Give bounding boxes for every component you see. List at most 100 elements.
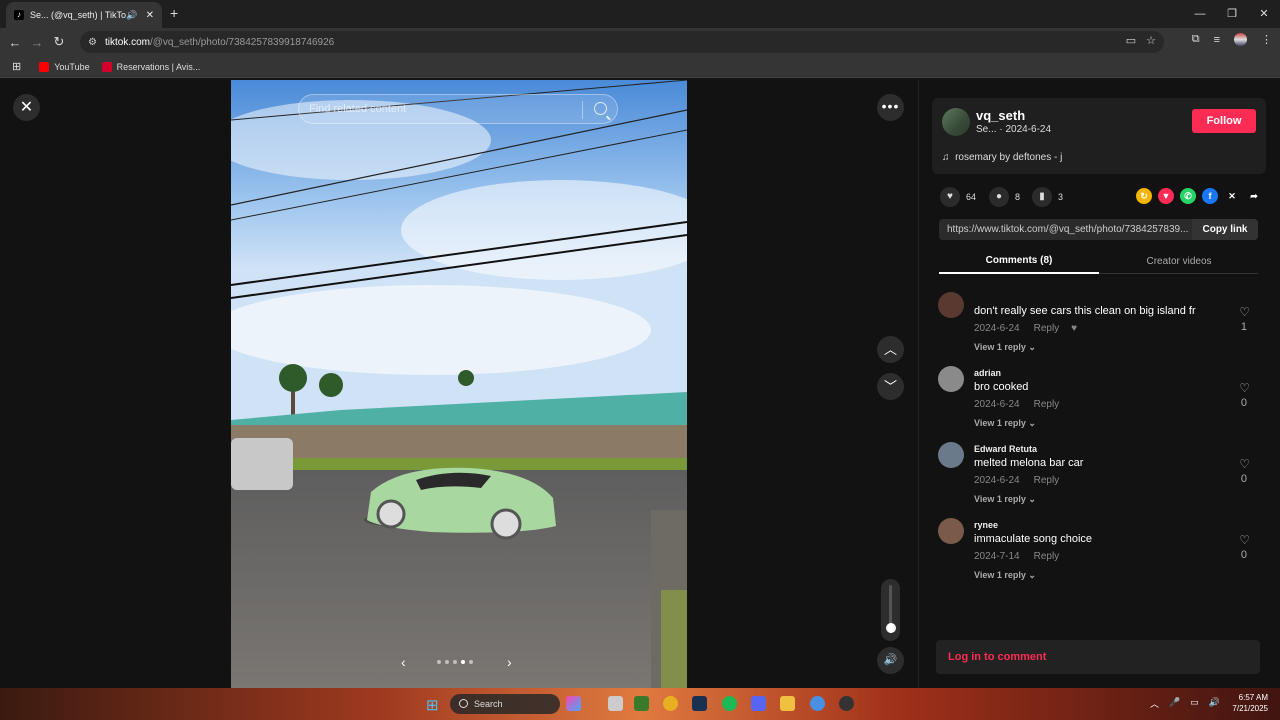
profile-icon[interactable] bbox=[1234, 33, 1247, 46]
commenter-avatar[interactable] bbox=[938, 518, 964, 544]
copy-link-button[interactable]: Copy link bbox=[1192, 219, 1258, 240]
url-path: /@vq_seth/photo/7384257839918746926 bbox=[149, 36, 335, 48]
carousel-dot[interactable] bbox=[469, 660, 473, 664]
tab-creator-videos[interactable]: Creator videos bbox=[1099, 256, 1259, 267]
chrome-profile-icon[interactable] bbox=[810, 696, 825, 711]
send-icon[interactable]: ▼ bbox=[1158, 188, 1174, 204]
comment-like-icon[interactable]: ♡ bbox=[1239, 457, 1250, 471]
share-icon[interactable]: ➦ bbox=[1246, 188, 1262, 204]
comment-date: 2024-6-24 bbox=[974, 475, 1020, 486]
file-explorer-icon[interactable] bbox=[608, 696, 623, 711]
author-username[interactable]: vq_seth bbox=[976, 108, 1025, 123]
reply-button[interactable]: Reply bbox=[1034, 551, 1060, 562]
tray-chevron-icon[interactable]: ︿ bbox=[1150, 697, 1159, 710]
reply-button[interactable]: Reply bbox=[1034, 323, 1060, 334]
new-tab-icon[interactable]: + bbox=[170, 5, 178, 21]
reply-button[interactable]: Reply bbox=[1034, 399, 1060, 410]
minecraft-icon[interactable] bbox=[634, 696, 649, 711]
speaker-icon[interactable]: 🔊 bbox=[1209, 697, 1220, 710]
carousel-dot[interactable] bbox=[445, 660, 449, 664]
follow-button[interactable]: Follow bbox=[1192, 109, 1256, 133]
apps-grid-icon[interactable]: ⊞ bbox=[12, 60, 21, 73]
comment-like-icon[interactable]: ♡ bbox=[1239, 533, 1250, 547]
widgets-icon[interactable] bbox=[566, 696, 581, 711]
minimize-icon[interactable]: — bbox=[1184, 0, 1216, 28]
close-icon[interactable]: ✕ bbox=[13, 94, 40, 121]
carousel-dot[interactable] bbox=[453, 660, 457, 664]
steam-icon[interactable] bbox=[692, 696, 707, 711]
view-replies-button[interactable]: View 1 reply ⌄ bbox=[974, 342, 1036, 353]
reply-button[interactable]: Reply bbox=[1034, 475, 1060, 486]
comment-like-icon[interactable]: ♡ bbox=[1239, 305, 1250, 319]
extensions-icon[interactable]: ⧉ bbox=[1192, 33, 1200, 46]
view-replies-button[interactable]: View 1 reply ⌄ bbox=[974, 418, 1036, 429]
commenter-name[interactable]: rynee bbox=[974, 520, 998, 530]
close-window-icon[interactable]: ✕ bbox=[1248, 0, 1280, 28]
previous-post-button[interactable]: ︿ bbox=[877, 336, 904, 363]
back-icon[interactable]: ← bbox=[4, 35, 26, 50]
network-icon[interactable]: ▭ bbox=[1190, 697, 1199, 710]
volume-icon[interactable]: 🔊 bbox=[877, 647, 904, 674]
commenter-avatar[interactable] bbox=[938, 292, 964, 318]
restore-icon[interactable]: ❐ bbox=[1216, 0, 1248, 28]
volume-knob[interactable] bbox=[886, 623, 896, 633]
like-button[interactable]: ♥ 64 bbox=[940, 187, 976, 207]
author-avatar[interactable] bbox=[942, 108, 970, 136]
login-to-comment-button[interactable]: Log in to comment bbox=[936, 640, 1260, 674]
commenter-avatar[interactable] bbox=[938, 366, 964, 392]
volume-slider[interactable] bbox=[881, 579, 900, 641]
commenter-avatar[interactable] bbox=[938, 442, 964, 468]
comment-text: don't really see cars this clean on big … bbox=[974, 305, 1196, 317]
search-icon[interactable] bbox=[594, 102, 607, 115]
taskbar-search[interactable]: Search bbox=[450, 694, 560, 714]
bookmark-label: YouTube bbox=[54, 61, 90, 72]
tab-title: Se... (@vq_seth) | TikTok bbox=[30, 10, 127, 20]
tiktok-icon: ♪ bbox=[14, 10, 24, 20]
folder-icon[interactable] bbox=[780, 696, 795, 711]
bookmark-star-icon[interactable]: ☆ bbox=[1146, 34, 1156, 47]
more-options-button[interactable]: ••• bbox=[877, 94, 904, 121]
view-replies-button[interactable]: View 1 reply ⌄ bbox=[974, 570, 1036, 581]
bookmark-avis[interactable]: Reservations | Avis... bbox=[101, 61, 200, 72]
forward-icon[interactable]: → bbox=[26, 35, 48, 50]
close-tab-icon[interactable]: ✕ bbox=[146, 10, 154, 21]
windows-start-icon[interactable]: ⊞ bbox=[426, 696, 439, 714]
related-search-input[interactable]: Find related content bbox=[298, 94, 618, 124]
obs-icon[interactable] bbox=[839, 696, 854, 711]
carousel-next-icon[interactable]: › bbox=[507, 654, 512, 670]
browser-tab[interactable]: ♪ Se... (@vq_seth) | TikTok 🔊 ✕ bbox=[6, 2, 162, 28]
carousel-dot[interactable] bbox=[437, 660, 441, 664]
facebook-icon[interactable]: f bbox=[1202, 188, 1218, 204]
x-icon[interactable]: ✕ bbox=[1224, 188, 1240, 204]
cast-icon[interactable]: ▭ bbox=[1126, 34, 1136, 47]
spotify-icon[interactable] bbox=[722, 696, 737, 711]
chrome-icon[interactable] bbox=[663, 696, 678, 711]
next-post-button[interactable]: ﹀ bbox=[877, 373, 904, 400]
save-button[interactable]: ▮ 3 bbox=[1032, 187, 1063, 207]
menu-icon[interactable]: ⋮ bbox=[1261, 33, 1272, 46]
microphone-icon[interactable]: 🎤 bbox=[1169, 697, 1180, 710]
chevron-down-icon: ⌄ bbox=[1028, 494, 1036, 504]
site-info-icon[interactable]: ⚙ bbox=[88, 37, 97, 48]
address-bar[interactable]: ⚙ tiktok.com/@vq_seth/photo/738425783991… bbox=[80, 31, 1164, 53]
whatsapp-icon[interactable]: ✆ bbox=[1180, 188, 1196, 204]
tab-comments[interactable]: Comments (8) bbox=[939, 250, 1099, 274]
view-replies-button[interactable]: View 1 reply ⌄ bbox=[974, 494, 1036, 505]
comment-like-icon[interactable]: ♡ bbox=[1239, 381, 1250, 395]
carousel-dot[interactable] bbox=[461, 660, 465, 664]
reload-icon[interactable]: ↻ bbox=[48, 34, 70, 50]
repost-icon[interactable]: ↻ bbox=[1136, 188, 1152, 204]
commenter-name[interactable]: Edward Retuta bbox=[974, 444, 1037, 454]
comment-meta: 2024-6-24 Reply bbox=[974, 399, 1059, 410]
bookmark-youtube[interactable]: YouTube bbox=[39, 61, 90, 72]
comment-button[interactable]: ● 8 bbox=[989, 187, 1020, 207]
music-link[interactable]: ♫ rosemary by deftones - j bbox=[942, 152, 1062, 163]
media-icon[interactable]: ≡ bbox=[1214, 34, 1220, 46]
commenter-name[interactable]: adrian bbox=[974, 368, 1001, 378]
post-link-field[interactable]: https://www.tiktok.com/@vq_seth/photo/73… bbox=[939, 219, 1258, 240]
audio-icon[interactable]: 🔊 bbox=[126, 10, 137, 21]
discord-icon[interactable] bbox=[751, 696, 766, 711]
post-photo[interactable] bbox=[231, 80, 687, 688]
carousel-prev-icon[interactable]: ‹ bbox=[401, 654, 406, 670]
taskbar-clock[interactable]: 6:57 AM 7/21/2025 bbox=[1232, 692, 1268, 714]
